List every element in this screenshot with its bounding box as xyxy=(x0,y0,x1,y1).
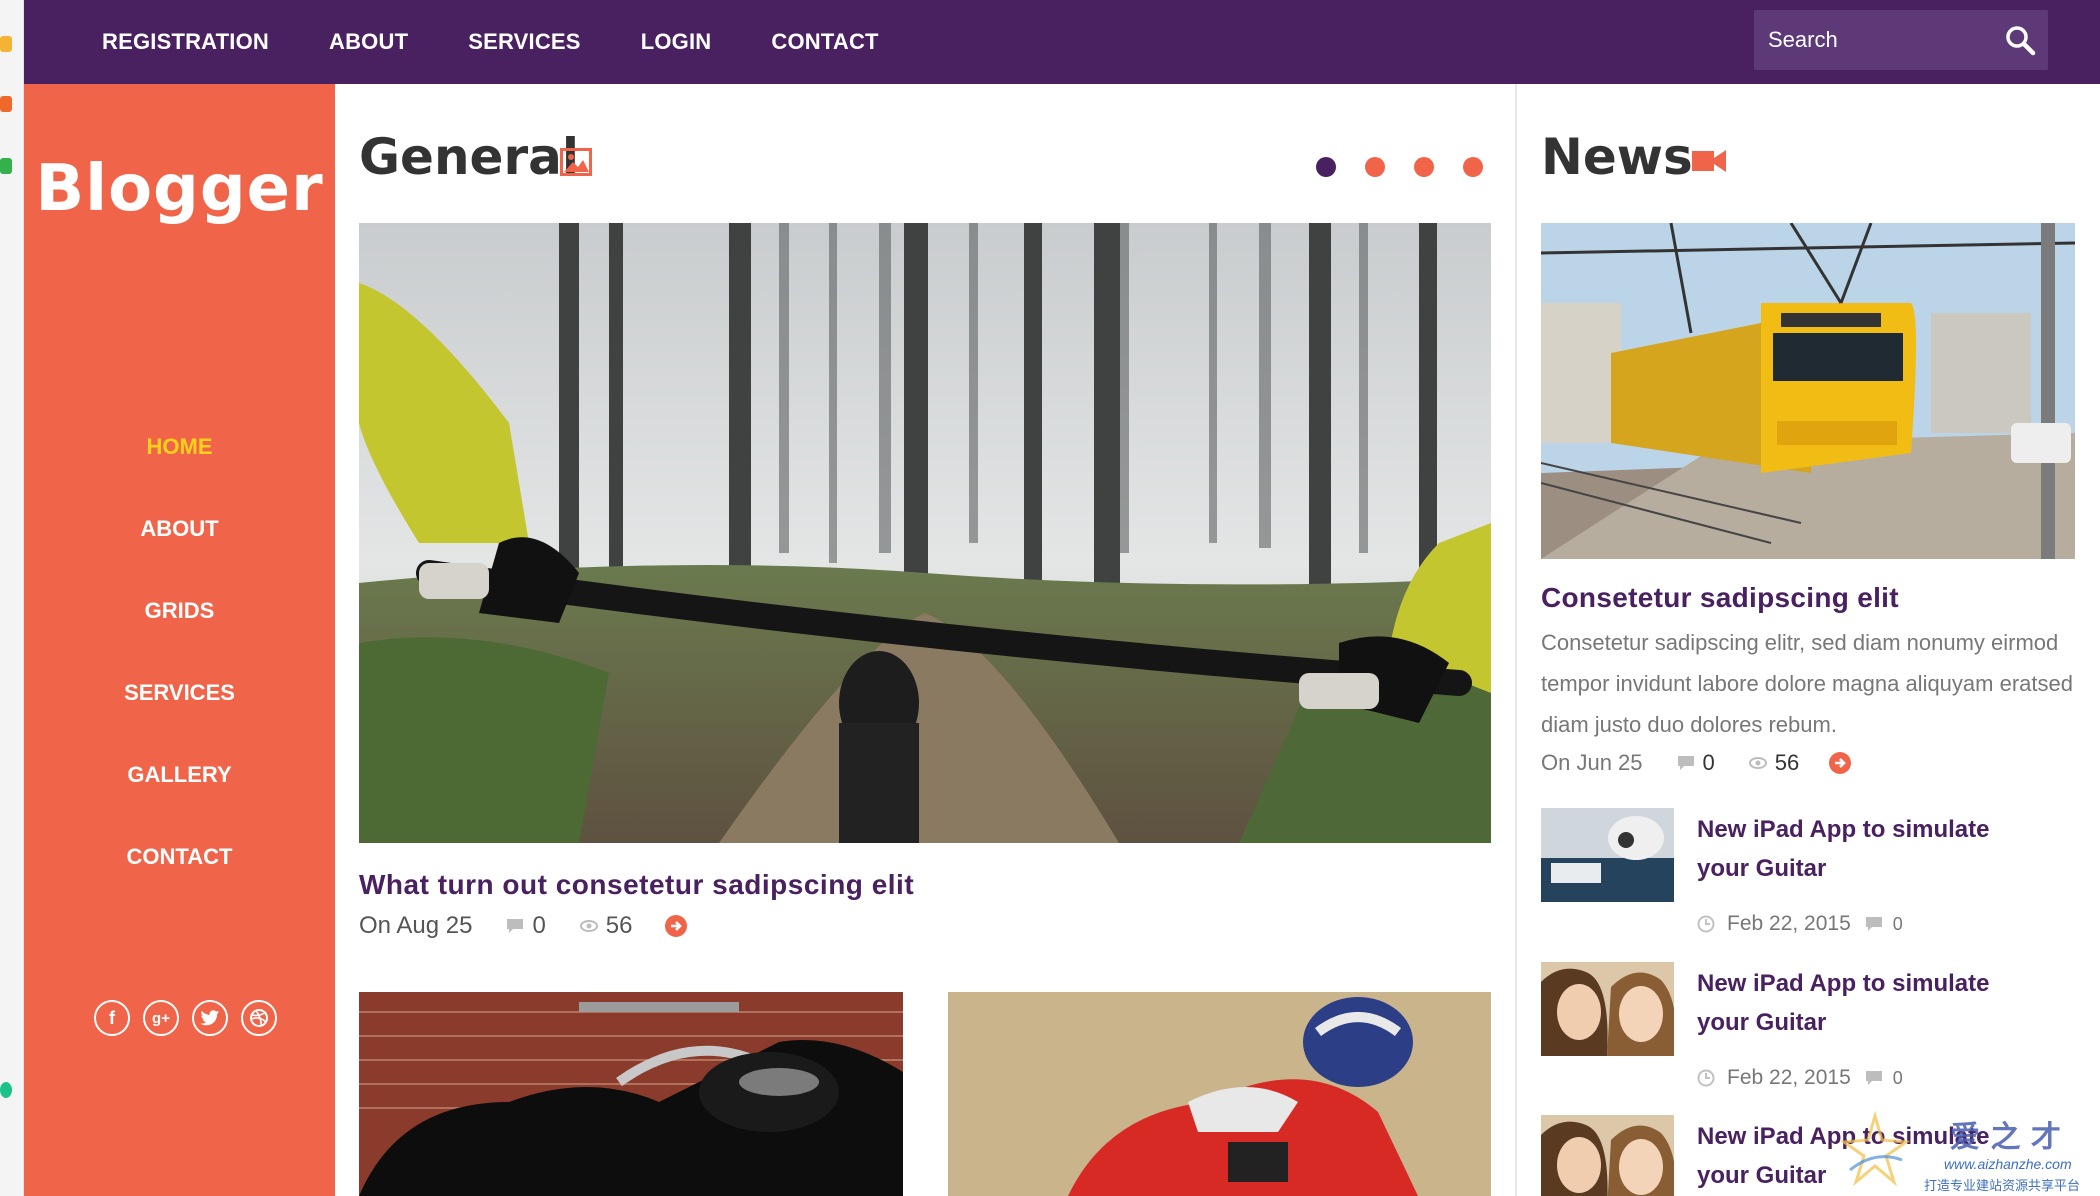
post-view-count: 56 xyxy=(605,912,633,939)
top-nav-about[interactable]: ABOUT xyxy=(329,29,408,55)
sidebar-menu: HOME ABOUT GRIDS SERVICES GALLERY CONTAC… xyxy=(24,434,335,926)
news-featured-date: On Jun 25 xyxy=(1541,750,1643,775)
tram-photo xyxy=(1541,223,2075,559)
sidebar-item-grids[interactable]: GRIDS xyxy=(24,598,335,680)
top-nav-registration[interactable]: REGISTRATION xyxy=(102,29,269,55)
clock-icon xyxy=(1697,915,1715,933)
news-featured-image[interactable] xyxy=(1541,223,2075,559)
post-date: On Aug 25 xyxy=(359,912,473,939)
slider-dot-2[interactable] xyxy=(1365,157,1385,177)
news-item-date: Feb 22, 2015 xyxy=(1727,1066,1851,1089)
social-links: f g+ xyxy=(94,1000,290,1036)
column-divider xyxy=(1515,84,1517,1196)
clock-icon xyxy=(1697,1069,1715,1087)
news-featured-comment-count: 0 xyxy=(1702,750,1715,775)
chat-icon[interactable] xyxy=(0,1082,12,1098)
news-section-title: News xyxy=(1541,128,1693,186)
news-item-meta: Feb 22, 2015 0 xyxy=(1697,1066,1903,1090)
sidebar-item-about[interactable]: ABOUT xyxy=(24,516,335,598)
sidebar-item-services[interactable]: SERVICES xyxy=(24,680,335,762)
image-icon xyxy=(560,148,592,176)
slider-dot-3[interactable] xyxy=(1414,157,1434,177)
slider-dot-4[interactable] xyxy=(1463,157,1483,177)
news-item-thumbnail[interactable] xyxy=(1541,808,1674,902)
watermark-site-url: www.aizhanzhe.com xyxy=(1944,1156,2072,1172)
facebook-icon[interactable]: f xyxy=(94,1000,130,1036)
general-hero-image[interactable] xyxy=(359,223,1491,843)
top-nav-login[interactable]: LOGIN xyxy=(641,29,712,55)
news-featured-meta: On Jun 25 0 56 xyxy=(1541,750,1852,776)
news-item-thumbnail[interactable] xyxy=(1541,962,1674,1056)
motorcycle-photo xyxy=(359,992,903,1196)
search-input[interactable] xyxy=(1754,10,1994,70)
post-comment-count: 0 xyxy=(532,912,546,939)
site-watermark: 爱 之 才 www.aizhanzhe.com 打造专业建站资源共享平台 xyxy=(1840,1110,2100,1196)
comment-icon xyxy=(1677,756,1694,770)
news-featured-title[interactable]: Consetetur sadipscing elit xyxy=(1541,582,1899,614)
search-icon[interactable] xyxy=(2004,24,2036,56)
google-plus-icon[interactable]: g+ xyxy=(143,1000,179,1036)
news-featured-view-count: 56 xyxy=(1774,750,1800,775)
eye-icon xyxy=(1748,757,1767,769)
app-icon[interactable] xyxy=(0,158,12,174)
sidebar-item-home[interactable]: HOME xyxy=(24,434,335,516)
ipad-guitar-photo xyxy=(1541,808,1674,902)
comment-icon xyxy=(1865,917,1882,931)
search-box xyxy=(1754,10,2048,70)
news-list-item[interactable]: New iPad App to simulate your Guitar Feb… xyxy=(1541,962,2075,1102)
top-nav-contact[interactable]: CONTACT xyxy=(771,29,878,55)
general-section-title: General xyxy=(359,128,579,186)
top-nav-services[interactable]: SERVICES xyxy=(468,29,580,55)
sidebar-item-gallery[interactable]: GALLERY xyxy=(24,762,335,844)
general-post-title[interactable]: What turn out consetetur sadipscing elit xyxy=(359,869,914,901)
comment-icon xyxy=(507,919,524,933)
news-item-thumbnail[interactable] xyxy=(1541,1115,1674,1196)
top-nav-menu: REGISTRATION ABOUT SERVICES LOGIN CONTAC… xyxy=(102,0,939,84)
two-girls-photo xyxy=(1541,962,1674,1056)
watermark-brand: 爱 之 才 xyxy=(1950,1120,2061,1155)
general-post-meta: On Aug 25 0 56 xyxy=(359,912,687,940)
racer-photo xyxy=(948,992,1491,1196)
news-item-comment-count: 0 xyxy=(1892,1067,1903,1088)
mountain-bike-forest-photo xyxy=(359,223,1491,843)
motorbike-racer-thumbnail[interactable] xyxy=(948,992,1491,1196)
read-more-arrow-icon[interactable] xyxy=(1829,752,1852,774)
motorcycle-thumbnail[interactable] xyxy=(359,992,903,1196)
rss-icon[interactable] xyxy=(0,96,12,112)
slider-dot-1[interactable] xyxy=(1316,157,1336,177)
news-item-comment-count: 0 xyxy=(1892,913,1903,934)
read-more-arrow-icon[interactable] xyxy=(664,915,687,937)
news-item-date: Feb 22, 2015 xyxy=(1727,912,1851,935)
two-girls-photo xyxy=(1541,1115,1674,1196)
news-list-item[interactable]: New iPad App to simulate your Guitar Feb… xyxy=(1541,808,2075,948)
news-item-title[interactable]: New iPad App to simulate your Guitar xyxy=(1697,964,2047,1042)
news-featured-description: Consetetur sadipscing elitr, sed diam no… xyxy=(1541,630,2073,737)
comment-icon xyxy=(1865,1071,1882,1085)
top-navigation-bar: REGISTRATION ABOUT SERVICES LOGIN CONTAC… xyxy=(24,0,2100,84)
watermark-star-logo xyxy=(1840,1110,1910,1187)
twitter-icon[interactable] xyxy=(192,1000,228,1036)
sidebar: Blogger HOME ABOUT GRIDS SERVICES GALLER… xyxy=(24,84,335,1196)
site-logo[interactable]: Blogger xyxy=(24,152,335,226)
slider-pagination xyxy=(1316,157,1512,177)
favorite-star-icon[interactable] xyxy=(0,36,12,52)
watermark-tagline: 打造专业建站资源共享平台 xyxy=(1924,1178,2081,1193)
video-camera-icon xyxy=(1692,150,1726,172)
news-item-title[interactable]: New iPad App to simulate your Guitar xyxy=(1697,810,2047,888)
eye-icon xyxy=(579,920,598,932)
browser-side-gutter xyxy=(0,0,24,1196)
dribbble-icon[interactable] xyxy=(241,1000,277,1036)
sidebar-item-contact[interactable]: CONTACT xyxy=(24,844,335,926)
news-item-meta: Feb 22, 2015 0 xyxy=(1697,912,1903,936)
